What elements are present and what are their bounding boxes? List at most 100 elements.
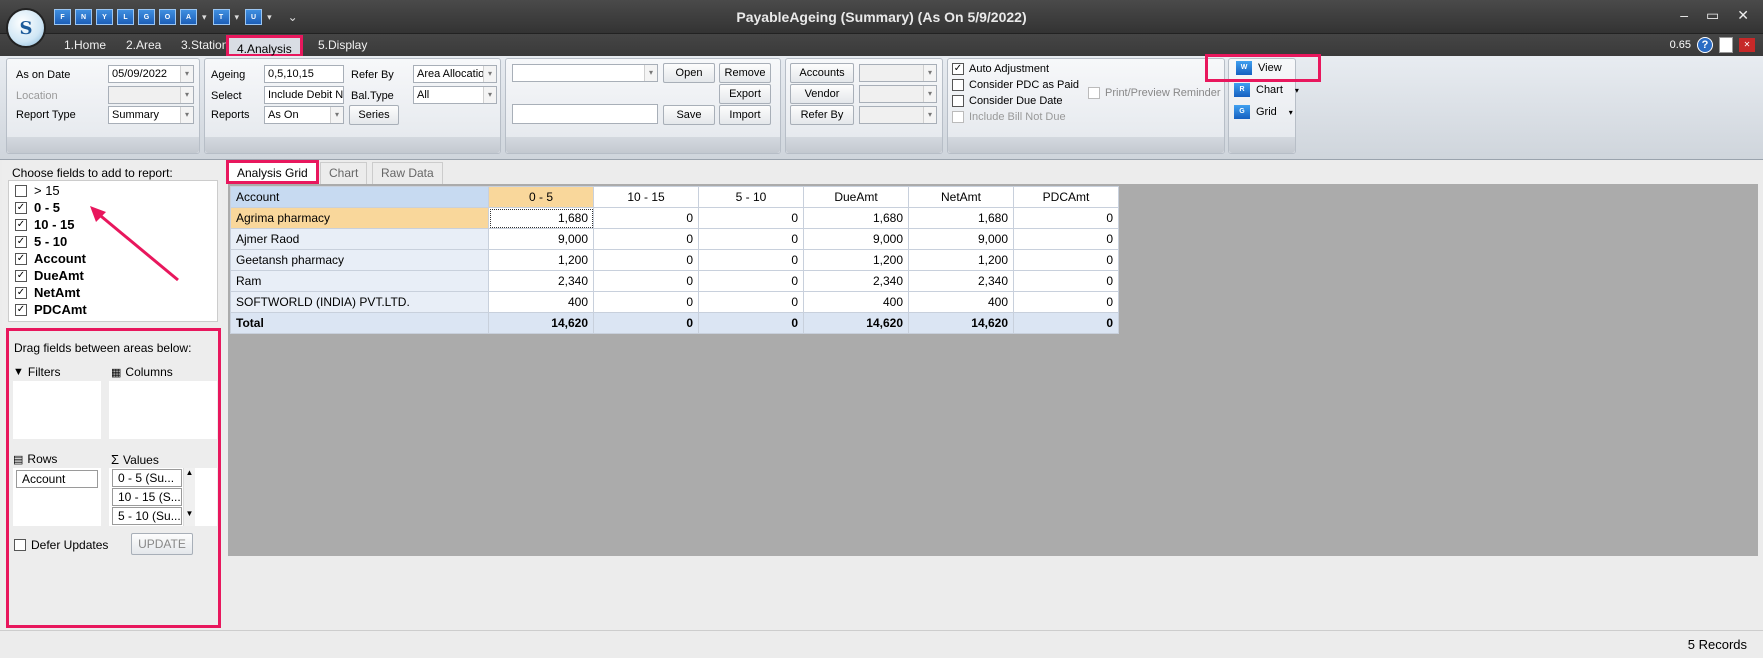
tab-chart[interactable]: Chart — [320, 162, 368, 184]
grid-cell[interactable]: 1,200 — [488, 249, 594, 271]
remove-button[interactable]: Remove — [719, 63, 771, 83]
refer-by-button[interactable]: Refer By — [790, 105, 854, 125]
grid-cell[interactable]: 400 — [803, 291, 909, 313]
grid-cell[interactable]: 0 — [1013, 249, 1119, 271]
grid-cell[interactable]: 0 — [593, 249, 699, 271]
field-item-5-10[interactable]: ✓ 5 - 10 — [15, 234, 67, 249]
value-field-0-5[interactable]: 0 - 5 (Su... — [112, 469, 182, 487]
value-field-10-15[interactable]: 10 - 15 (S... — [112, 488, 182, 506]
grid-cell[interactable]: 1,200 — [908, 249, 1014, 271]
accounts-select[interactable]: ▾ — [859, 64, 937, 82]
column-header-pdcamt[interactable]: PDCAmt — [1013, 186, 1119, 208]
tab-home[interactable]: 1.Home — [56, 34, 114, 56]
total-cell[interactable]: 0 — [698, 312, 804, 334]
layout-name-input[interactable] — [512, 104, 658, 124]
print-preview-reminder-checkbox[interactable]: Print/Preview Reminder — [1088, 87, 1221, 99]
include-bill-not-due-checkbox[interactable]: Include Bill Not Due — [952, 111, 1066, 123]
tab-display[interactable]: 5.Display — [310, 34, 375, 56]
ageing-input[interactable]: 0,5,10,15 — [264, 65, 344, 83]
update-button[interactable]: UPDATE — [131, 533, 193, 555]
row-header[interactable]: Ram — [230, 270, 489, 292]
grid-button[interactable]: G Grid ▾ — [1230, 101, 1293, 123]
grid-cell[interactable]: 0 — [698, 249, 804, 271]
table-row[interactable]: Agrima pharmacy 1,680 0 0 1,680 1,680 0 — [230, 207, 1119, 229]
total-cell[interactable]: 14,620 — [908, 312, 1014, 334]
refer-by-filter-select[interactable]: ▾ — [859, 106, 937, 124]
grid-cell[interactable]: 0 — [698, 291, 804, 313]
grid-cell[interactable]: 9,000 — [803, 228, 909, 250]
tab-analysis[interactable]: 4.Analysis — [226, 35, 303, 57]
field-item-0-5[interactable]: ✓ 0 - 5 — [15, 200, 60, 215]
report-type-select[interactable]: Summary ▾ — [108, 106, 194, 124]
help-icon[interactable]: ? — [1697, 37, 1713, 53]
value-field-5-10[interactable]: 5 - 10 (Su... — [112, 507, 182, 525]
field-item-netamt[interactable]: ✓ NetAmt — [15, 285, 80, 300]
table-row[interactable]: Ajmer Raod 9,000 0 0 9,000 9,000 0 — [230, 228, 1119, 250]
total-row[interactable]: Total 14,620 0 0 14,620 14,620 0 — [230, 312, 1119, 334]
as-on-date-picker[interactable]: 05/09/2022 ▾ — [108, 65, 194, 83]
auto-adjustment-checkbox[interactable]: ✓ Auto Adjustment — [952, 63, 1049, 75]
location-select[interactable]: ▾ — [108, 86, 194, 104]
grid-cell[interactable]: 0 — [593, 270, 699, 292]
field-item-dueamt[interactable]: ✓ DueAmt — [15, 268, 84, 283]
field-item-10-15[interactable]: ✓ 10 - 15 — [15, 217, 74, 232]
vendor-button[interactable]: Vendor — [790, 84, 854, 104]
total-cell[interactable]: 14,620 — [803, 312, 909, 334]
close-button[interactable]: ✕ — [1737, 7, 1749, 24]
row-field-account[interactable]: Account — [16, 470, 98, 488]
document-icon[interactable] — [1719, 37, 1733, 53]
grid-cell[interactable]: 2,340 — [803, 270, 909, 292]
series-button[interactable]: Series — [349, 105, 399, 125]
grid-cell[interactable]: 0 — [698, 270, 804, 292]
row-header[interactable]: Agrima pharmacy — [230, 207, 489, 229]
refer-by-select[interactable]: Area Allocation ▾ — [413, 65, 497, 83]
grid-cell[interactable]: 0 — [1013, 207, 1119, 229]
column-header-netamt[interactable]: NetAmt — [908, 186, 1014, 208]
grid-cell[interactable]: 0 — [593, 207, 699, 229]
chart-button[interactable]: R Chart ▾ — [1230, 79, 1299, 101]
grid-cell[interactable]: 400 — [908, 291, 1014, 313]
accounts-button[interactable]: Accounts — [790, 63, 854, 83]
total-cell[interactable]: 0 — [593, 312, 699, 334]
row-header[interactable]: SOFTWORLD (INDIA) PVT.LTD. — [230, 291, 489, 313]
minimize-button[interactable]: – — [1680, 7, 1688, 24]
reports-select[interactable]: As On ▾ — [264, 106, 344, 124]
app-logo[interactable]: S — [6, 8, 46, 48]
defer-updates-checkbox[interactable]: Defer Updates — [14, 538, 108, 552]
exit-icon[interactable]: ✕ — [1739, 38, 1755, 52]
total-cell[interactable]: 0 — [1013, 312, 1119, 334]
open-button[interactable]: Open — [663, 63, 715, 83]
grid-cell[interactable]: 0 — [698, 207, 804, 229]
consider-pdc-checkbox[interactable]: Consider PDC as Paid — [952, 79, 1079, 91]
grid-cell[interactable]: 0 — [698, 228, 804, 250]
layout-select[interactable]: ▾ — [512, 64, 658, 82]
maximize-button[interactable]: ▭ — [1706, 7, 1719, 24]
column-header-0-5[interactable]: 0 - 5 — [488, 186, 594, 208]
grid-cell[interactable]: 1,680 — [488, 207, 594, 229]
tab-raw-data[interactable]: Raw Data — [372, 162, 443, 184]
table-row[interactable]: SOFTWORLD (INDIA) PVT.LTD. 400 0 0 400 4… — [230, 291, 1119, 313]
vendor-select[interactable]: ▾ — [859, 85, 937, 103]
column-header-account[interactable]: Account — [230, 186, 489, 208]
grid-cell[interactable]: 9,000 — [908, 228, 1014, 250]
column-header-5-10[interactable]: 5 - 10 — [698, 186, 804, 208]
grid-cell[interactable]: 9,000 — [488, 228, 594, 250]
field-item-account[interactable]: ✓ Account — [15, 251, 86, 266]
column-header-10-15[interactable]: 10 - 15 — [593, 186, 699, 208]
row-header[interactable]: Ajmer Raod — [230, 228, 489, 250]
grid-cell[interactable]: 0 — [1013, 228, 1119, 250]
filters-drop-area[interactable] — [13, 381, 101, 439]
select-dropdown[interactable]: Include Debit N — [264, 86, 344, 104]
values-drop-area[interactable]: 0 - 5 (Su... 10 - 15 (S... 5 - 10 (Su...… — [109, 468, 217, 526]
import-button[interactable]: Import — [719, 105, 771, 125]
column-header-dueamt[interactable]: DueAmt — [803, 186, 909, 208]
field-item-gt15[interactable]: > 15 — [15, 183, 60, 198]
grid-cell[interactable]: 1,680 — [908, 207, 1014, 229]
tab-analysis-grid[interactable]: Analysis Grid — [226, 160, 319, 184]
rows-drop-area[interactable]: Account — [13, 468, 101, 526]
grid-cell[interactable]: 2,340 — [488, 270, 594, 292]
row-header[interactable]: Geetansh pharmacy — [230, 249, 489, 271]
table-row[interactable]: Geetansh pharmacy 1,200 0 0 1,200 1,200 … — [230, 249, 1119, 271]
grid-cell[interactable]: 1,200 — [803, 249, 909, 271]
consider-due-date-checkbox[interactable]: Consider Due Date — [952, 95, 1063, 107]
